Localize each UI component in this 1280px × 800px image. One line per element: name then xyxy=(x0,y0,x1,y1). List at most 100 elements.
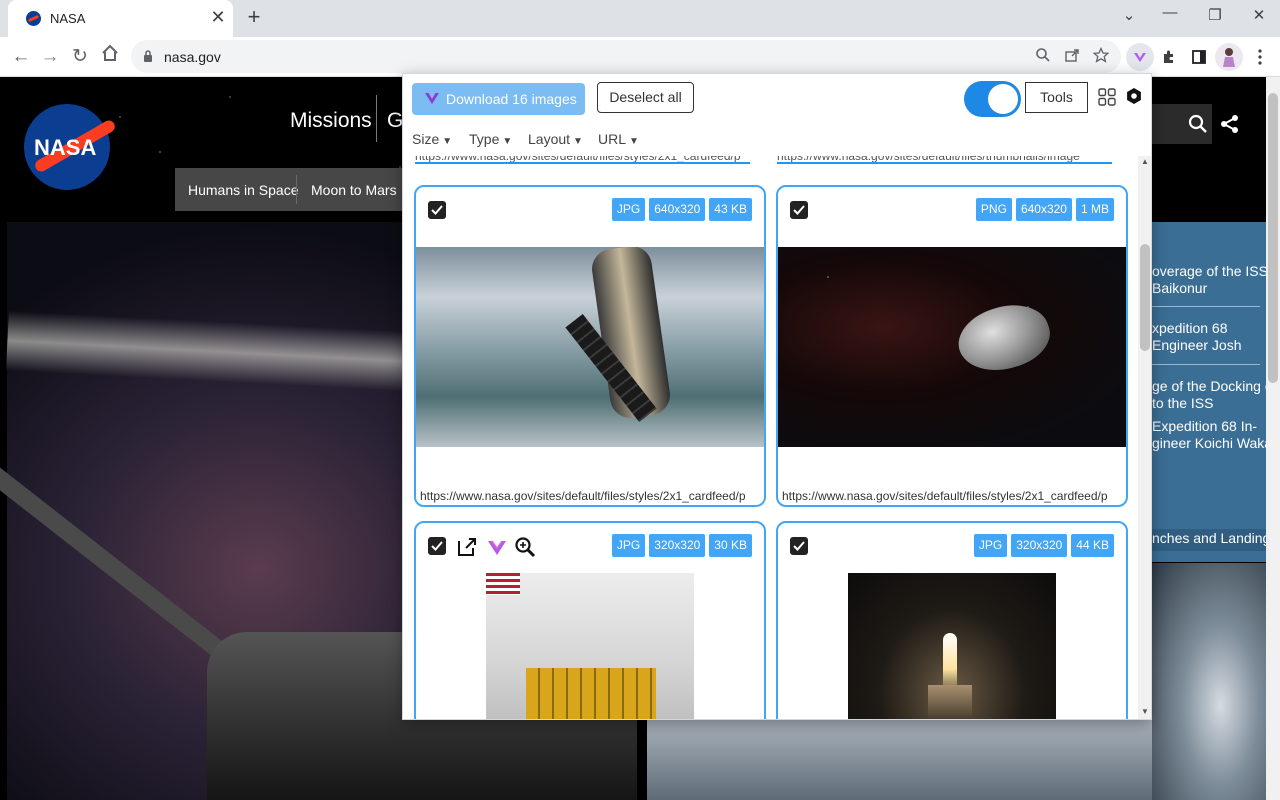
asteroid-thumbnail[interactable] xyxy=(778,247,1126,447)
file-type-badge: JPG xyxy=(973,534,1008,557)
download-logo-icon[interactable] xyxy=(486,536,508,558)
image-select-checkbox[interactable] xyxy=(428,537,446,555)
image-card[interactable]: JPG 320x320 44 KB xyxy=(776,521,1128,719)
bookmark-star-icon[interactable] xyxy=(1091,46,1111,67)
file-size-badge: 30 KB xyxy=(709,534,752,557)
deselect-all-button[interactable]: Deselect all xyxy=(597,82,694,113)
image-badges: PNG 640x320 1 MB xyxy=(975,198,1114,221)
forward-button[interactable]: → xyxy=(37,44,63,70)
scroll-down-arrow-icon[interactable]: ▼ xyxy=(1141,707,1149,716)
show-selection-toggle[interactable] xyxy=(964,81,1021,117)
window-close-button[interactable]: ✕ xyxy=(1246,5,1272,27)
back-button[interactable]: ← xyxy=(8,44,34,70)
tab-search-button[interactable]: ⌄ xyxy=(1116,5,1142,27)
zoom-search-icon[interactable] xyxy=(1033,47,1053,67)
image-url[interactable]: https://www.nasa.gov/sites/default/files… xyxy=(782,489,1124,503)
reload-button[interactable]: ↻ xyxy=(67,44,93,70)
cleanroom-module-thumbnail[interactable] xyxy=(486,573,694,719)
profile-avatar[interactable] xyxy=(1215,43,1243,71)
url-filter-label: URL xyxy=(598,131,627,147)
layout-filter-dropdown[interactable]: Layout ▼ xyxy=(528,131,583,147)
download-images-button[interactable]: Download 16 images xyxy=(412,83,585,115)
popup-scrollbar-track[interactable] xyxy=(1138,156,1151,719)
minimize-button[interactable]: — xyxy=(1157,2,1183,24)
image-select-checkbox[interactable] xyxy=(790,201,808,219)
previous-card-url-fragment: https://www.nasa.gov/sites/default/files… xyxy=(415,156,750,164)
scroll-up-arrow-icon[interactable]: ▲ xyxy=(1141,157,1149,166)
image-card[interactable]: JPG 320x320 30 KB xyxy=(414,521,766,719)
share-page-icon[interactable] xyxy=(1062,47,1082,67)
url-text[interactable]: nasa.gov xyxy=(164,49,221,65)
check-icon xyxy=(431,205,443,215)
page-scrollbar-thumb[interactable] xyxy=(1268,93,1278,383)
layout-filter-label: Layout xyxy=(528,131,571,147)
launch-tower xyxy=(928,685,972,719)
check-icon xyxy=(793,205,805,215)
nasa-meatball-logo[interactable]: NASA xyxy=(24,104,117,190)
news-item-3[interactable]: ge of the Docking of to the ISS xyxy=(1152,378,1266,412)
screen: { "browser": { "tab": { "title": "NASA",… xyxy=(0,0,1280,800)
news-item-2[interactable]: xpedition 68 Engineer Josh xyxy=(1152,320,1266,354)
nav-galleries[interactable]: G xyxy=(387,109,403,133)
image-url[interactable]: https://www.nasa.gov/sites/default/files… xyxy=(420,489,762,503)
search-icon[interactable] xyxy=(1188,114,1208,134)
dimensions-badge: 640x320 xyxy=(649,198,706,221)
launches-and-landings-link[interactable]: nches and Landings xyxy=(1152,530,1266,546)
image-card[interactable]: PNG 640x320 1 MB https://www.nasa.gov/si… xyxy=(776,185,1128,507)
type-filter-dropdown[interactable]: Type ▼ xyxy=(469,131,512,147)
news-item-1[interactable]: overage of the ISS Baikonur xyxy=(1152,263,1266,297)
settings-gear-icon[interactable] xyxy=(1125,87,1143,105)
grid-view-icon[interactable] xyxy=(1098,88,1116,106)
image-card[interactable]: JPG 640x320 43 KB https://www.nasa.gov/s… xyxy=(414,185,766,507)
spacecraft-module xyxy=(526,668,656,719)
image-list[interactable]: https://www.nasa.gov/sites/default/files… xyxy=(403,156,1138,719)
news-item-2-line-1: xpedition 68 xyxy=(1152,320,1228,336)
type-filter-label: Type xyxy=(469,131,500,147)
news-item-4[interactable]: Expedition 68 In- gineer Koichi Wakata xyxy=(1152,418,1266,452)
dimensions-badge: 640x320 xyxy=(1015,198,1072,221)
chevron-down-icon: ▼ xyxy=(629,136,639,147)
browser-menu-icon[interactable] xyxy=(1246,43,1274,71)
download-images-label: Download 16 images xyxy=(446,91,577,107)
browser-tab[interactable]: NASA ✕ xyxy=(8,0,233,37)
asteroid-shape xyxy=(950,294,1058,382)
zoom-icon[interactable] xyxy=(514,536,536,558)
maximize-button[interactable]: ❐ xyxy=(1202,5,1228,27)
earth-clouds-image[interactable] xyxy=(1152,563,1266,800)
rocket-flame xyxy=(943,633,957,693)
nav-missions[interactable]: Missions xyxy=(290,109,372,133)
extensions-puzzle-icon[interactable] xyxy=(1155,43,1183,71)
logo-wordmark: NASA xyxy=(34,135,97,160)
popup-scrollbar-thumb[interactable] xyxy=(1140,244,1150,351)
file-size-badge: 43 KB xyxy=(709,198,752,221)
news-item-4-line-2: gineer Koichi Wakata xyxy=(1152,435,1266,451)
file-type-badge: JPG xyxy=(611,534,646,557)
rocket-launch-thumbnail[interactable] xyxy=(848,573,1056,719)
address-bar[interactable]: nasa.gov xyxy=(131,40,1121,73)
tab-close-icon[interactable]: ✕ xyxy=(208,7,228,27)
image-select-checkbox[interactable] xyxy=(428,201,446,219)
download-logo-icon xyxy=(425,93,439,104)
image-downloader-extension-icon[interactable] xyxy=(1126,43,1154,71)
new-tab-button[interactable]: + xyxy=(243,6,265,28)
image-badges: JPG 320x320 44 KB xyxy=(973,534,1114,557)
tools-button[interactable]: Tools xyxy=(1025,82,1088,113)
subnav-humans-in-space[interactable]: Humans in Space xyxy=(188,182,299,198)
dimensions-badge: 320x320 xyxy=(1011,534,1068,557)
subnav-moon-to-mars[interactable]: Moon to Mars xyxy=(311,182,397,198)
image-select-checkbox[interactable] xyxy=(790,537,808,555)
nav-divider xyxy=(376,95,377,142)
open-external-icon[interactable] xyxy=(456,536,478,558)
url-filter-dropdown[interactable]: URL ▼ xyxy=(598,131,639,147)
image-badges: JPG 640x320 43 KB xyxy=(611,198,752,221)
lock-icon[interactable] xyxy=(143,50,153,63)
share-icon[interactable] xyxy=(1220,114,1240,134)
previous-card-url-fragment: https://www.nasa.gov/sites/default/files… xyxy=(777,156,1112,164)
size-filter-dropdown[interactable]: Size ▼ xyxy=(412,131,452,147)
browser-toolbar: ← → ↻ nasa.gov xyxy=(0,37,1280,77)
toggle-knob xyxy=(988,84,1018,114)
home-button[interactable] xyxy=(97,44,123,70)
side-panel-icon[interactable] xyxy=(1185,43,1213,71)
news-divider xyxy=(1152,306,1260,307)
soyuz-thumbnail[interactable] xyxy=(416,247,764,447)
